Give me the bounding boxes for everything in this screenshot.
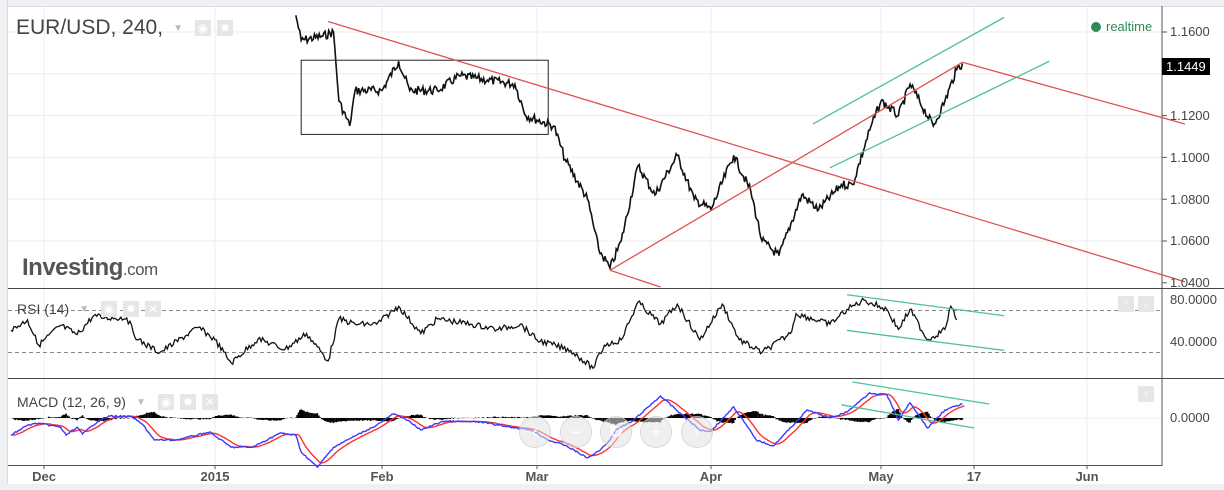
realtime-dot-icon bbox=[1091, 21, 1101, 32]
last-price-label: 1.1449 bbox=[1162, 58, 1210, 75]
chevron-down-icon[interactable]: ▼ bbox=[79, 304, 89, 315]
price-tick: 1.1000 bbox=[1170, 150, 1210, 165]
x-tick: Dec bbox=[32, 469, 56, 484]
symbol-legend: EUR/USD, 240, ▼ ◉ ✹ bbox=[16, 16, 235, 40]
price-tick: 1.0800 bbox=[1170, 192, 1210, 207]
move-pane-up-icon[interactable]: ↑ bbox=[1118, 296, 1134, 312]
realtime-indicator: realtime bbox=[1091, 19, 1152, 34]
rsi-teal-line bbox=[846, 329, 1005, 352]
gear-icon[interactable]: ✹ bbox=[216, 20, 233, 36]
macd-title: MACD (12, 26, 9) bbox=[17, 394, 126, 410]
x-tick: 17 bbox=[966, 469, 982, 484]
scroll-left-icon[interactable]: ‹ bbox=[519, 416, 551, 448]
red-trendline bbox=[609, 61, 963, 271]
rsi-legend: RSI (14) ▼ ◉ ✹ ✕ bbox=[17, 301, 163, 317]
rsi-title: RSI (14) bbox=[17, 301, 70, 317]
move-pane-down-icon[interactable]: ↓ bbox=[1138, 296, 1154, 312]
x-tick: 2015 bbox=[200, 469, 230, 484]
x-tick: Jun bbox=[1075, 469, 1099, 484]
macd-teal-line bbox=[841, 404, 975, 429]
teal-channel-line bbox=[812, 16, 1005, 125]
x-tick: Apr bbox=[699, 469, 723, 484]
x-tick: Feb bbox=[370, 469, 394, 484]
eye-icon[interactable]: ◉ bbox=[157, 394, 174, 410]
price-tick: 1.0600 bbox=[1170, 233, 1210, 248]
price-tick: 1.1200 bbox=[1170, 108, 1210, 123]
symbol-title: EUR/USD, 240, bbox=[16, 16, 164, 39]
gear-icon[interactable]: ✹ bbox=[123, 301, 140, 317]
macd-teal-line bbox=[852, 381, 990, 405]
red-trendline bbox=[327, 20, 1186, 283]
teal-channel-line bbox=[829, 60, 1050, 169]
move-pane-up-icon[interactable]: ↑ bbox=[1138, 386, 1154, 402]
rsi-tick: 80.0000 bbox=[1170, 292, 1217, 307]
zoom-out-icon[interactable]: − bbox=[560, 416, 592, 448]
x-tick: May bbox=[868, 469, 894, 484]
red-trendline bbox=[962, 61, 1186, 125]
x-tick: Mar bbox=[525, 469, 549, 484]
macd-legend: MACD (12, 26, 9) ▼ ◉ ✹ ✕ bbox=[17, 394, 220, 410]
eye-icon[interactable]: ◉ bbox=[194, 20, 211, 36]
investing-logo: Investing.com bbox=[22, 254, 158, 281]
realtime-label: realtime bbox=[1106, 19, 1153, 34]
bottom-strip bbox=[0, 484, 1224, 490]
macd-tick: 0.0000 bbox=[1170, 410, 1210, 425]
gear-icon[interactable]: ✹ bbox=[179, 394, 196, 410]
rsi-tick: 40.0000 bbox=[1170, 334, 1217, 349]
close-icon[interactable]: ✕ bbox=[145, 301, 162, 317]
eye-icon[interactable]: ◉ bbox=[101, 301, 118, 317]
scroll-right-icon[interactable]: › bbox=[681, 416, 713, 448]
rsi-teal-line bbox=[846, 294, 1005, 317]
close-icon[interactable]: ✕ bbox=[201, 394, 218, 410]
price-tick: 1.0400 bbox=[1170, 275, 1210, 290]
chevron-down-icon[interactable]: ▼ bbox=[136, 397, 146, 408]
red-trendline bbox=[609, 269, 661, 288]
chevron-down-icon[interactable]: ▼ bbox=[173, 23, 183, 34]
price-series-line bbox=[295, 15, 964, 272]
zoom-in-icon[interactable]: + bbox=[640, 416, 672, 448]
reset-icon[interactable]: ↻ bbox=[600, 416, 632, 448]
price-tick: 1.1600 bbox=[1170, 24, 1210, 39]
